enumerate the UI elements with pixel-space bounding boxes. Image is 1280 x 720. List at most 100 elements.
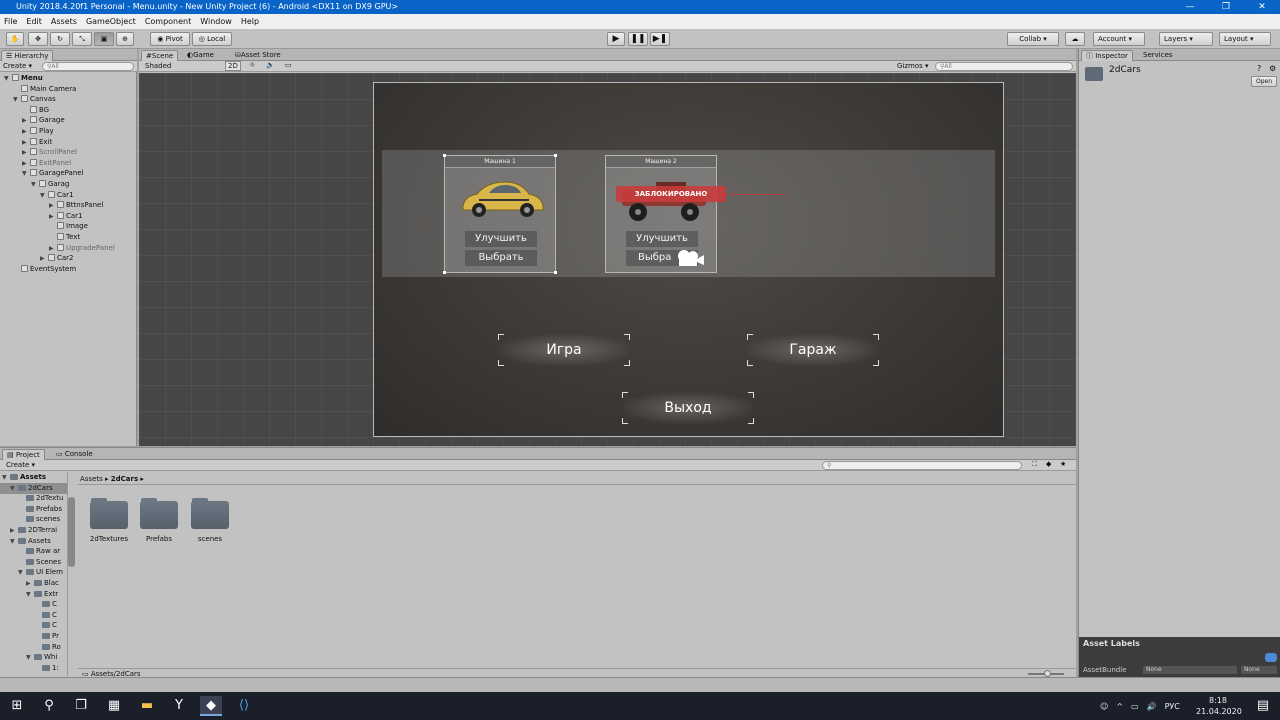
- selection-handle[interactable]: [443, 271, 446, 274]
- hierarchy-item[interactable]: ▶ ExitPanel: [22, 158, 71, 169]
- notifications-icon[interactable]: ▤: [1252, 696, 1274, 716]
- pause-button[interactable]: ❚❚: [628, 32, 648, 46]
- expand-right-icon[interactable]: ▶: [49, 212, 57, 222]
- minimize-button[interactable]: —: [1172, 0, 1208, 14]
- project-tree-item[interactable]: ▼ Assets: [0, 536, 67, 547]
- hierarchy-item[interactable]: ▶ Play: [22, 126, 54, 137]
- task-view-icon[interactable]: ❐: [70, 696, 92, 716]
- menu-window[interactable]: Window: [200, 17, 232, 26]
- car1-card[interactable]: Машина 1 Улучшить Выбрать: [443, 154, 557, 274]
- car2-card[interactable]: Машина 2 ЗАБЛОКИРОВАНО Улучшить Выбра: [605, 155, 786, 273]
- garage-panel[interactable]: Машина 1 Улучшить Выбрать Машина 2 ЗАБЛО…: [382, 150, 995, 277]
- expand-right-icon[interactable]: ▶: [22, 116, 30, 126]
- tab-scene[interactable]: #Scene: [141, 50, 179, 61]
- menu-help[interactable]: Help: [241, 17, 259, 26]
- project-tree-item[interactable]: ▼ 2dCars: [0, 482, 67, 494]
- file-explorer-icon[interactable]: ▬: [136, 696, 158, 716]
- filter-type-icon[interactable]: ⛶: [1032, 460, 1037, 469]
- scale-tool-icon[interactable]: ⤡: [72, 32, 92, 46]
- windows-start-icon[interactable]: ⊞: [6, 696, 28, 716]
- tab-inspector[interactable]: ⓘ Inspector: [1081, 50, 1133, 61]
- expand-right-icon[interactable]: ▶: [22, 127, 30, 137]
- help-icon[interactable]: ?: [1257, 64, 1261, 73]
- rotate-tool-icon[interactable]: ↻: [50, 32, 70, 46]
- shading-mode-dropdown[interactable]: Shaded: [145, 62, 171, 70]
- hierarchy-item[interactable]: ▼ Garag: [31, 179, 69, 190]
- hierarchy-item[interactable]: Text: [49, 232, 80, 242]
- expand-down-icon[interactable]: ▼: [40, 191, 48, 201]
- hierarchy-item[interactable]: EventSystem: [13, 264, 76, 274]
- visual-studio-code-icon[interactable]: ⟨⟩: [233, 696, 255, 716]
- expand-down-icon[interactable]: ▼: [13, 95, 21, 105]
- ui-canvas[interactable]: Машина 1 Улучшить Выбрать Машина 2 ЗАБЛО…: [373, 82, 1004, 437]
- hierarchy-item[interactable]: Main Camera: [13, 84, 76, 94]
- project-tree-item[interactable]: ▼ Extr: [0, 589, 67, 600]
- close-button[interactable]: ✕: [1244, 0, 1280, 14]
- folder-icon[interactable]: [191, 498, 229, 529]
- menu-edit[interactable]: Edit: [26, 17, 42, 26]
- project-tree-item[interactable]: Pr: [0, 631, 67, 641]
- tab-services[interactable]: Services: [1139, 50, 1177, 61]
- selection-handle[interactable]: [443, 154, 446, 157]
- favorite-star-icon[interactable]: ★: [1060, 460, 1066, 468]
- transform-tool-icon[interactable]: ⊕: [116, 32, 134, 46]
- hierarchy-create-button[interactable]: Create ▾: [3, 62, 32, 70]
- expand-right-icon[interactable]: ▶: [49, 244, 57, 254]
- hierarchy-item[interactable]: ▶ Garage: [22, 115, 65, 126]
- project-create-button[interactable]: Create ▾: [6, 461, 35, 469]
- asset-bundle-dropdown[interactable]: None: [1143, 666, 1237, 674]
- audio-icon[interactable]: 🔈: [266, 61, 275, 69]
- folder-icon[interactable]: [140, 498, 178, 529]
- project-tree-item[interactable]: C: [0, 620, 67, 630]
- filter-label-icon[interactable]: ◆: [1046, 460, 1051, 468]
- expand-right-icon[interactable]: ▶: [40, 254, 48, 264]
- hierarchy-item[interactable]: ▶ Car2: [40, 253, 74, 264]
- hierarchy-search-input[interactable]: ⚲All: [42, 62, 134, 71]
- hand-tool-icon[interactable]: ✋: [6, 32, 24, 46]
- volume-icon[interactable]: 🔊: [1147, 702, 1157, 711]
- expand-down-icon[interactable]: ▼: [2, 473, 10, 483]
- expand-right-icon[interactable]: ▶: [22, 148, 30, 158]
- selection-handle[interactable]: [554, 154, 557, 157]
- hierarchy-item[interactable]: ▶ Exit: [22, 137, 52, 148]
- expand-right-icon[interactable]: ▶: [22, 138, 30, 148]
- play-menu-button[interactable]: Игра: [498, 334, 630, 366]
- maximize-button[interactable]: ❐: [1208, 0, 1244, 14]
- menu-assets[interactable]: Assets: [51, 17, 77, 26]
- exit-menu-button[interactable]: Выход: [622, 392, 754, 424]
- cloud-icon[interactable]: ☁: [1065, 32, 1085, 46]
- garage-menu-button[interactable]: Гараж: [747, 334, 879, 366]
- account-dropdown[interactable]: Account ▾: [1093, 32, 1145, 46]
- expand-right-icon[interactable]: ▶: [10, 526, 18, 536]
- selection-handle[interactable]: [554, 271, 557, 274]
- unity-icon[interactable]: ◆: [200, 696, 222, 716]
- car1-upgrade-button[interactable]: Улучшить: [465, 231, 537, 247]
- expand-down-icon[interactable]: ▼: [31, 180, 39, 190]
- expand-down-icon[interactable]: ▼: [26, 590, 34, 600]
- hierarchy-item[interactable]: Image: [49, 221, 88, 231]
- gizmos-dropdown[interactable]: Gizmos ▾: [897, 62, 929, 70]
- tab-game[interactable]: ◐Game: [183, 50, 218, 61]
- effects-icon[interactable]: ▭: [285, 61, 292, 69]
- project-tree-item[interactable]: scenes: [0, 514, 67, 524]
- people-icon[interactable]: ☺: [1100, 702, 1108, 711]
- project-tree-item[interactable]: ▼ Whi: [0, 652, 67, 663]
- scene-view[interactable]: Машина 1 Улучшить Выбрать Машина 2 ЗАБЛО…: [139, 73, 1076, 446]
- label-tag-icon[interactable]: [1265, 653, 1277, 662]
- pivot-button[interactable]: ◉ Pivot: [150, 32, 190, 46]
- hierarchy-item[interactable]: ▶ ScrollPanel: [22, 147, 77, 158]
- open-button[interactable]: Open: [1251, 76, 1277, 87]
- menu-component[interactable]: Component: [145, 17, 191, 26]
- expand-down-icon[interactable]: ▼: [18, 568, 26, 578]
- project-tree-item[interactable]: Scenes: [0, 557, 67, 567]
- hierarchy-item[interactable]: ▼ Menu: [4, 73, 43, 84]
- hierarchy-item[interactable]: ▶ BttnsPanel: [49, 200, 103, 211]
- expand-down-icon[interactable]: ▼: [22, 169, 30, 179]
- project-tree-item[interactable]: C: [0, 610, 67, 620]
- yandex-browser-icon[interactable]: Y: [168, 696, 190, 716]
- asset-variant-dropdown[interactable]: None: [1241, 666, 1277, 674]
- rect-tool-icon[interactable]: ▣: [94, 32, 114, 46]
- step-button[interactable]: ▶❚: [650, 32, 670, 46]
- project-tree-item[interactable]: Prefabs: [0, 504, 67, 514]
- project-tree-item[interactable]: Ro: [0, 642, 67, 652]
